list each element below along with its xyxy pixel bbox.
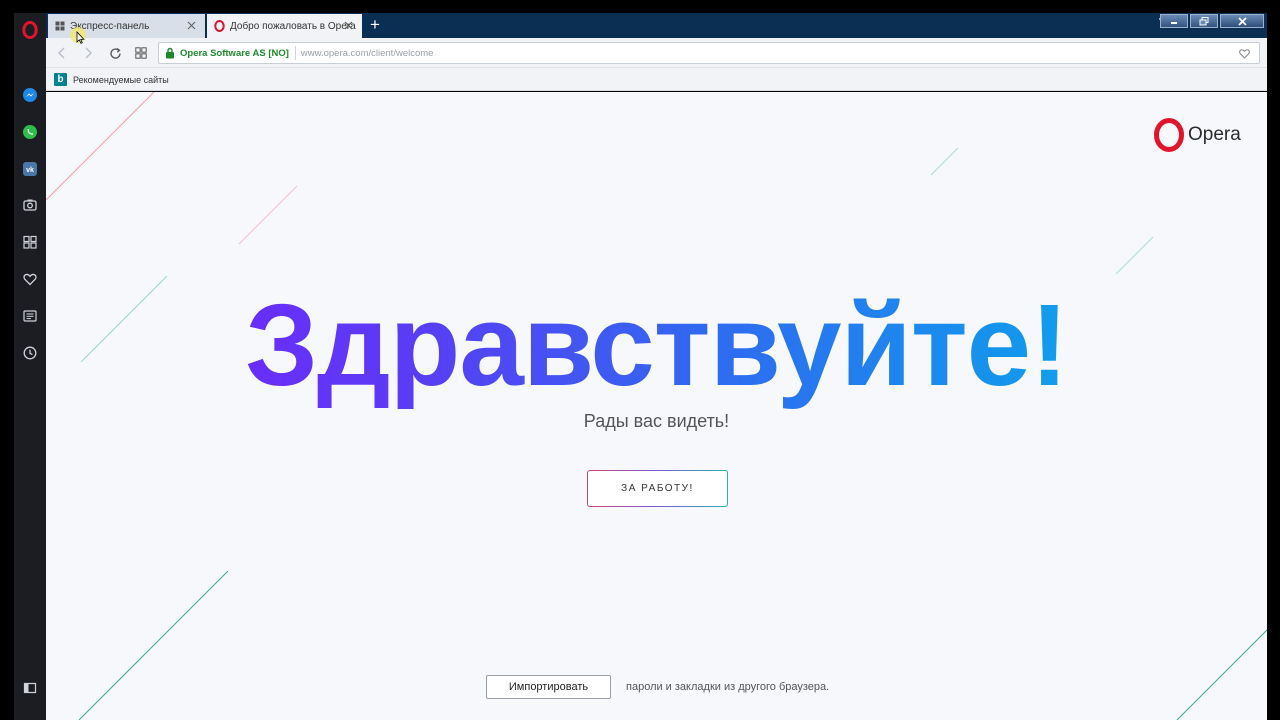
messenger-icon (23, 88, 37, 102)
sidebar-news[interactable] (14, 301, 46, 331)
opera-logo-text: Opera (1188, 124, 1241, 145)
speed-dial-icon (23, 235, 37, 249)
opera-logo-icon (1154, 118, 1184, 152)
lock-icon (166, 47, 174, 59)
import-description: пароли и закладки из другого браузера. (626, 681, 830, 693)
back-icon (58, 47, 65, 59)
close-icon (187, 21, 195, 29)
url-separator (294, 46, 296, 60)
close-icon (344, 21, 352, 29)
bookmarks-heart-icon (23, 273, 37, 286)
headline: Здравствуйте! (46, 280, 1267, 410)
url-field[interactable]: Opera Software AS [NO] www.opera.com/cli… (158, 42, 1260, 64)
mouse-cursor-icon (70, 27, 86, 44)
screen-border (1267, 0, 1280, 720)
forward-button[interactable] (80, 45, 96, 61)
tab-close-button[interactable] (342, 19, 354, 31)
opera-menu-button[interactable] (14, 15, 46, 45)
snapshot-icon (23, 199, 37, 211)
tab-welcome[interactable]: Добро пожаловать в Opera (207, 14, 362, 38)
bing-icon: b (54, 73, 67, 86)
news-icon (23, 310, 37, 322)
import-button[interactable]: Импортировать (486, 675, 611, 699)
sidebar-history[interactable] (14, 338, 46, 368)
tab-label: Добро пожаловать в Opera (230, 20, 356, 32)
opera-menu-icon (22, 21, 38, 39)
start-button-label: ЗА РАБОТУ! (621, 483, 694, 494)
speed-dial-icon (55, 21, 65, 31)
vk-icon: vk (23, 162, 37, 176)
reload-icon (109, 47, 121, 59)
plus-icon: + (370, 15, 380, 34)
bookmark-label: Рекомендуемые сайты (73, 74, 169, 85)
close-window-button[interactable] (1220, 14, 1264, 28)
bookmark-heart-icon[interactable] (1238, 47, 1251, 60)
sidebar-toggle[interactable] (14, 673, 46, 703)
tab-close-button[interactable] (185, 19, 197, 31)
reload-button[interactable] (107, 45, 123, 61)
whatsapp-icon (23, 125, 37, 139)
bookmark-item[interactable]: b Рекомендуемые сайты (54, 72, 169, 87)
speed-dial-button[interactable] (133, 45, 149, 61)
tab-bar: Экспресс-панель Добро пожаловать в Opera… (46, 13, 1267, 38)
sidebar-vk[interactable]: vk (14, 154, 46, 184)
welcome-page: Opera Здравствуйте! Рады вас видеть! ЗА … (46, 92, 1267, 720)
sidebar-whatsapp[interactable] (14, 117, 46, 147)
history-icon (23, 346, 37, 360)
subtitle: Рады вас видеть! (583, 411, 730, 431)
restore-button[interactable] (1190, 14, 1218, 28)
minimize-button[interactable] (1160, 14, 1188, 28)
sidebar-snapshot[interactable] (14, 190, 46, 220)
import-button-label: Импортировать (508, 681, 589, 693)
address-bar: Opera Software AS [NO] www.opera.com/cli… (46, 38, 1267, 68)
sidebar-toggle-icon (23, 682, 37, 694)
speed-dial-icon (135, 47, 147, 59)
bookmarks-bar: b Рекомендуемые сайты (46, 68, 1267, 91)
restore-icon (1199, 16, 1209, 25)
back-button[interactable] (54, 45, 70, 61)
minimize-icon (1171, 22, 1177, 24)
opera-icon (214, 20, 225, 32)
browser-window: vk Экспресс-панель Добро пожаловать в Op… (0, 0, 1280, 720)
new-tab-button[interactable]: + (367, 16, 383, 34)
sidebar: vk (14, 13, 46, 720)
sidebar-speed-dial[interactable] (14, 227, 46, 257)
svg-text:vk: vk (26, 167, 34, 174)
start-button[interactable]: ЗА РАБОТУ! (587, 470, 728, 507)
certificate-label[interactable]: Opera Software AS [NO] (180, 48, 289, 59)
sidebar-messenger[interactable] (14, 80, 46, 110)
forward-icon (85, 47, 92, 59)
url-text[interactable]: www.opera.com/client/welcome (301, 48, 434, 59)
window-controls (1160, 14, 1264, 30)
opera-logo: Opera (1154, 118, 1241, 152)
sidebar-bookmarks[interactable] (14, 264, 46, 294)
close-icon (1237, 16, 1247, 26)
